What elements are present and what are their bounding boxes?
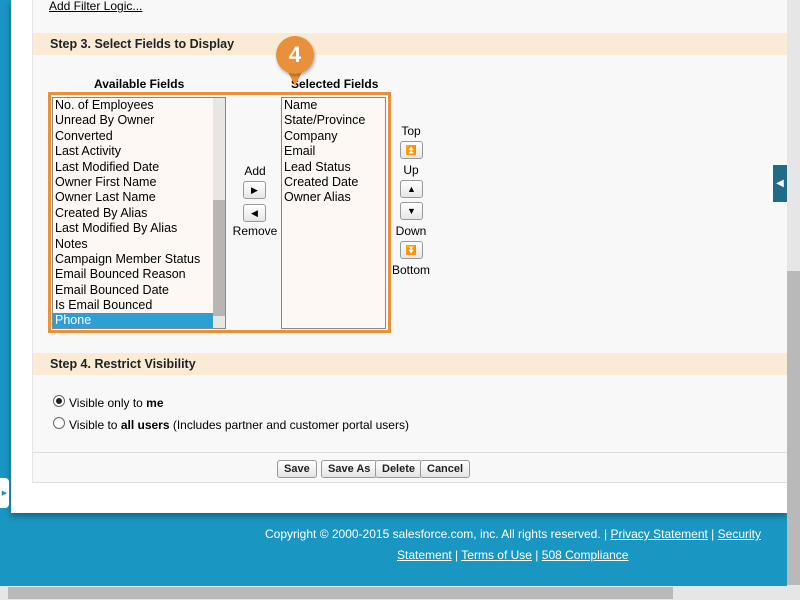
selected-field-option[interactable]: Name	[282, 98, 385, 113]
available-fields-label: Available Fields	[94, 77, 185, 91]
step-badge: 4	[276, 36, 314, 74]
vertical-scrollbar[interactable]	[787, 0, 800, 586]
privacy-link[interactable]: Privacy Statement	[610, 527, 707, 541]
footer: Copyright © 2000-2015 salesforce.com, in…	[265, 527, 761, 562]
available-field-option[interactable]: Notes	[53, 237, 225, 252]
selected-field-option[interactable]: Company	[282, 129, 385, 144]
move-bottom-button[interactable]: ⏬	[400, 241, 423, 259]
list-scrollbar[interactable]	[213, 98, 225, 328]
remove-label: Remove	[232, 224, 278, 238]
report-panel: Add Filter Logic... Step 3. Select Field…	[32, 0, 788, 483]
top-label: Top	[401, 124, 421, 138]
arrow-right-icon: ▶	[251, 184, 258, 195]
delete-button[interactable]: Delete	[375, 460, 423, 478]
step3-header: Step 3. Select Fields to Display	[33, 33, 788, 55]
available-field-option[interactable]: Campaign Member Status	[53, 252, 225, 267]
move-down-button[interactable]: ▼	[400, 202, 423, 220]
available-field-option[interactable]: Email Bounced Date	[53, 283, 225, 298]
cancel-button[interactable]: Cancel	[420, 460, 471, 478]
arrow-left-icon: ◀	[251, 207, 258, 218]
copyright-text: Copyright © 2000-2015 salesforce.com, in…	[265, 527, 608, 541]
available-field-option[interactable]: No. of Employees	[53, 98, 225, 113]
horizontal-scrollbar[interactable]	[0, 586, 800, 600]
available-fields-list[interactable]: No. of Employees Unread By Owner Converted…	[52, 97, 226, 329]
available-field-option[interactable]: Email Bounced Reason	[53, 267, 225, 282]
selected-field-option[interactable]: State/Province	[282, 113, 385, 128]
page: Add Filter Logic... Step 3. Select Field…	[11, 0, 788, 513]
available-field-option[interactable]: Converted	[53, 129, 225, 144]
available-field-option[interactable]: Owner First Name	[53, 175, 225, 190]
available-field-option[interactable]: Is Email Bounced	[53, 298, 225, 313]
compliance-link[interactable]: 508 Compliance	[542, 548, 629, 562]
available-field-option[interactable]: Last Modified Date	[53, 160, 225, 175]
security-link-part1[interactable]: Security	[718, 527, 761, 541]
up-label: Up	[403, 163, 419, 177]
available-field-option[interactable]: Unread By Owner	[53, 113, 225, 128]
visible-all-users-radio[interactable]	[53, 417, 65, 429]
available-field-option[interactable]: Created By Alias	[53, 206, 225, 221]
save-as-button[interactable]: Save As	[321, 460, 378, 478]
step4-header: Step 4. Restrict Visibility	[33, 353, 788, 375]
remove-button[interactable]: ◀	[243, 204, 266, 222]
visible-only-me-radio[interactable]	[53, 395, 65, 407]
arrow-top-icon: ⏫	[405, 144, 418, 155]
selected-field-option[interactable]: Lead Status	[282, 160, 385, 175]
security-link[interactable]: Statement	[397, 548, 452, 562]
arrow-up-icon: ▲	[407, 184, 416, 194]
visible-all-users-label: Visible to all users (Includes partner a…	[69, 418, 409, 432]
terms-link[interactable]: Terms of Use	[461, 548, 532, 562]
divider	[33, 452, 788, 453]
add-label: Add	[244, 164, 266, 178]
arrow-right-icon: ▶	[1, 490, 8, 497]
down-label: Down	[395, 224, 427, 238]
arrow-bottom-icon: ⏬	[405, 244, 418, 255]
bottom-label: Bottom	[391, 263, 430, 277]
arrow-left-icon: ◀	[776, 178, 784, 189]
move-top-button[interactable]: ⏫	[400, 141, 423, 159]
save-button[interactable]: Save	[277, 460, 317, 478]
available-field-option[interactable]: Last Activity	[53, 144, 225, 159]
selected-field-option[interactable]: Owner Alias	[282, 190, 385, 205]
selected-fields-list[interactable]: Name State/Province Company Email Lead Statu…	[281, 97, 386, 329]
collapse-sidebar-tab[interactable]: ◀	[770, 165, 787, 202]
visible-only-me-label: Visible only to me	[69, 396, 164, 410]
add-filter-logic-link[interactable]: Add Filter Logic...	[49, 0, 142, 13]
available-field-option[interactable]: Owner Last Name	[53, 190, 225, 205]
selected-fields-label: Selected Fields	[291, 77, 379, 91]
selected-field-option[interactable]: Email	[282, 144, 385, 159]
move-up-button[interactable]: ▲	[400, 180, 423, 198]
scrollbar-thumb[interactable]	[8, 587, 673, 599]
expand-sidebar-tab[interactable]: ▶	[0, 478, 9, 508]
add-button[interactable]: ▶	[243, 181, 266, 199]
scrollbar-thumb[interactable]	[787, 271, 800, 585]
available-field-option[interactable]: Last Modified By Alias	[53, 221, 225, 236]
available-field-option[interactable]: Phone	[53, 313, 225, 328]
selected-field-option[interactable]: Created Date	[282, 175, 385, 190]
arrow-down-icon: ▼	[407, 206, 416, 216]
